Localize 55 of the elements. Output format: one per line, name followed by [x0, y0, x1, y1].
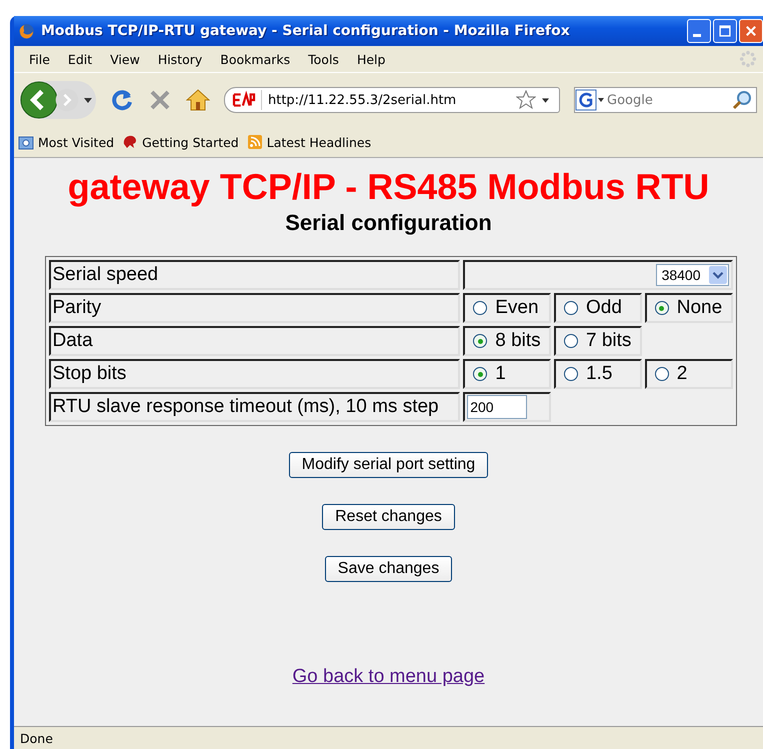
bookmark-item[interactable]: Most Visited [18, 134, 114, 150]
menu-item[interactable]: Tools [299, 52, 348, 66]
dropdown-icon[interactable] [542, 98, 549, 102]
page-subheading: Serial configuration [285, 210, 492, 236]
radio-circle[interactable] [564, 334, 578, 348]
setting-label: Serial speed [48, 260, 460, 290]
menu-item[interactable]: Edit [58, 52, 102, 66]
setting-label: RTU slave response timeout (ms), 10 ms step [48, 392, 460, 422]
minimize-button[interactable] [687, 19, 711, 43]
window-title: Modbus TCP/IP-RTU gateway - Serial configuration - Mozilla Firefox [41, 23, 570, 39]
form-button[interactable]: Save changes [324, 556, 452, 582]
back-button[interactable] [20, 81, 58, 119]
search-field[interactable]: Google [574, 87, 757, 113]
folder-icon [18, 134, 34, 150]
menu-item[interactable]: File [20, 52, 59, 66]
menu-item[interactable]: History [148, 52, 212, 66]
bookmark-item[interactable]: Getting Started [122, 134, 239, 150]
setting-label: Stop bits [48, 359, 460, 389]
throbber-icon [739, 50, 757, 68]
radio-circle[interactable] [473, 301, 488, 315]
minimize-icon [693, 34, 701, 36]
radio-circle[interactable] [654, 301, 669, 315]
firefox-icon [18, 22, 35, 40]
star-icon[interactable] [516, 90, 536, 110]
close-icon [744, 24, 758, 38]
timeout-input[interactable]: 200 [467, 395, 528, 419]
search-engine-icon[interactable] [575, 89, 605, 111]
address-field[interactable]: http://11.22.55.3/2serial.htm [224, 87, 560, 113]
creature-icon [122, 134, 138, 150]
radio-circle[interactable] [564, 367, 578, 381]
radio-circle[interactable] [473, 367, 488, 381]
site-logo-icon [231, 90, 262, 110]
dropdown-icon[interactable] [84, 98, 92, 102]
reload-icon[interactable] [110, 88, 134, 112]
menu-item[interactable]: Help [348, 52, 394, 66]
page-heading: gateway TCP/IP - RS485 Modbus RTU [68, 166, 710, 208]
setting-label: Data [48, 326, 460, 356]
setting-label: Parity [48, 293, 460, 323]
status-text: Done [20, 730, 53, 746]
menu-item[interactable]: View [101, 52, 149, 66]
form-button[interactable]: Reset changes [322, 504, 455, 530]
maximize-icon [718, 24, 732, 38]
radio-circle[interactable] [473, 334, 488, 348]
home-icon[interactable] [186, 88, 210, 112]
form-button[interactable]: Modify serial port setting [288, 452, 488, 478]
speed-dropdown[interactable]: 38400 [656, 264, 728, 286]
maximize-button[interactable] [713, 19, 737, 43]
radio-circle[interactable] [564, 301, 578, 315]
close-button[interactable] [739, 19, 763, 43]
search-icon[interactable] [732, 90, 752, 110]
radio-circle[interactable] [654, 367, 669, 381]
rss-icon [246, 134, 263, 150]
bookmark-item[interactable]: Latest Headlines [246, 134, 372, 150]
menu-link[interactable]: Go back to menu page [292, 666, 485, 688]
menu-item[interactable]: Bookmarks [211, 52, 300, 66]
